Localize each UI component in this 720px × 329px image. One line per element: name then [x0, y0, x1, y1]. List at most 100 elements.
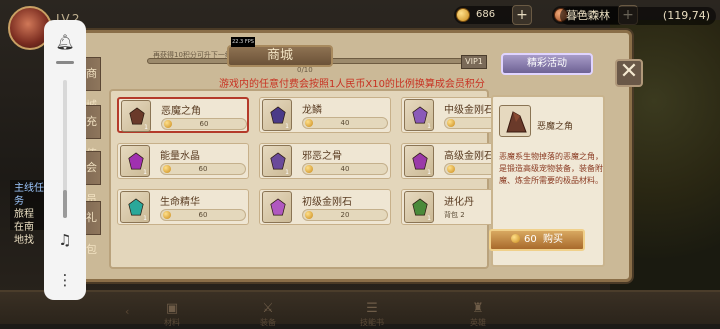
close-button[interactable]: ✕ — [615, 59, 643, 87]
item-icon — [270, 106, 286, 124]
item-name: 能量水晶 — [160, 151, 200, 162]
tab-materials[interactable]: ▣ 材料 — [147, 301, 197, 329]
gold-coin-icon — [163, 211, 171, 219]
item-icon — [412, 198, 428, 216]
location-name: 暮色森林 — [566, 9, 610, 22]
gold-coin-icon — [447, 119, 455, 127]
shop-item-card[interactable]: 1 恶魔之角 60 — [117, 97, 249, 133]
location-display: 暮色森林 (119,74) — [560, 7, 716, 25]
progress-value: 0/10 — [297, 66, 313, 74]
item-price-value: 60 — [198, 165, 208, 173]
tab-label: 英雄 — [470, 318, 486, 327]
tab-label: 装备 — [260, 318, 276, 327]
location-coordinates: (119,74) — [662, 9, 710, 22]
item-detail-icon — [499, 105, 531, 137]
item-detail-description: 恶魔系生物掉落的恶魔之角，是锻造高级宠物装备，装备附魔、炼金所需要的极品材料。 — [499, 152, 603, 185]
item-name: 邪恶之骨 — [302, 151, 342, 162]
quest-line: 地找 — [14, 235, 34, 246]
item-name: 恶魔之角 — [161, 106, 201, 117]
item-icon — [128, 152, 144, 170]
event-button[interactable]: 精彩活动 — [501, 53, 593, 75]
tab-equipment[interactable]: ⚔ 装备 — [243, 301, 293, 329]
fps-counter: 22.3 FPS — [231, 37, 255, 47]
item-price-value: 40 — [340, 119, 350, 127]
item-name: 中级金刚石 — [444, 105, 494, 116]
item-price-value: 20 — [340, 211, 350, 219]
helmet-icon: ♜ — [472, 301, 484, 316]
item-icon — [128, 198, 144, 216]
scroll-icon: ☰ — [366, 301, 378, 316]
item-icon — [270, 152, 286, 170]
music-off-icon[interactable]: ♫ — [55, 230, 75, 250]
item-count: 1 — [427, 123, 431, 130]
item-price: 60 — [160, 163, 246, 175]
chevron-left-icon[interactable]: ‹ — [125, 305, 129, 318]
sidebar-divider — [56, 61, 74, 64]
shop-title: 商城 — [227, 45, 333, 67]
category-tabs: ▣ 材料 ⚔ 装备 ☰ 技能书 ♜ 英雄 — [141, 301, 521, 329]
crossed-swords-icon: ⚔ — [262, 301, 274, 316]
payment-notice: 游戏内的任意付费会按照1人民币X10的比例换算成会员积分 — [219, 79, 485, 90]
buy-price: 60 — [523, 234, 537, 245]
item-icon-frame — [262, 191, 292, 223]
shop-item-card[interactable]: 1 能量水晶 60 — [117, 143, 249, 179]
volume-slider-fill — [63, 190, 67, 218]
item-name: 进化丹 — [444, 197, 474, 208]
shop-dialog: 22.3 FPS 商城 商城 充值 会员 礼包 再获得10积分可升下一级 0/1… — [75, 30, 643, 327]
quest-line: 旅程 — [14, 209, 34, 220]
item-icon — [412, 106, 428, 124]
shop-item-card[interactable]: 1 生命精华 60 — [117, 189, 249, 225]
item-price-value: 60 — [199, 120, 209, 128]
gold-coin-icon — [447, 165, 455, 173]
quest-header: 主线任务 — [14, 183, 44, 207]
item-count: 1 — [144, 124, 148, 131]
item-count: 1 — [427, 215, 431, 222]
item-name: 生命精华 — [160, 197, 200, 208]
item-icon-frame: 1 — [120, 145, 150, 177]
item-name: 龙鳞 — [302, 105, 322, 116]
item-count: 1 — [285, 169, 289, 176]
tab-label: 材料 — [164, 318, 180, 327]
item-price: 40 — [302, 117, 388, 129]
item-grid: 1 恶魔之角 60 1 龙鳞 40 1 中级金刚石 1 能量水晶 60 1 邪恶之骨 40 1 高级金刚石 1 生… — [109, 89, 533, 327]
volume-slider[interactable] — [63, 80, 67, 218]
item-price-value: 40 — [340, 165, 350, 173]
shop-item-card[interactable]: 1 邪恶之骨 40 — [259, 143, 391, 179]
more-icon[interactable]: ⋮ — [55, 270, 75, 290]
add-gold-button[interactable]: + — [512, 5, 532, 25]
item-icon-frame: 1 — [262, 99, 292, 131]
buy-label: 购买 — [543, 234, 564, 245]
item-icon — [129, 107, 145, 125]
item-detail-name: 恶魔之角 — [537, 122, 574, 132]
item-name: 初级金刚石 — [302, 197, 352, 208]
tab-skillbooks[interactable]: ☰ 技能书 — [347, 301, 397, 329]
gold-coin-icon — [456, 8, 470, 22]
tab-heroes[interactable]: ♜ 英雄 — [453, 301, 503, 329]
item-name: 高级金刚石 — [444, 151, 494, 162]
item-icon — [412, 152, 428, 170]
item-icon-frame: 1 — [404, 145, 434, 177]
buy-button[interactable]: 60 购买 — [489, 229, 585, 251]
item-icon-frame: 1 — [404, 191, 434, 223]
top-bar: LV.2 686 + 1969 + 暮色森林 (119,74) — [0, 0, 720, 50]
item-icon-frame: 1 — [262, 145, 292, 177]
gold-coin-icon — [305, 211, 313, 219]
item-icon-frame: 1 — [404, 99, 434, 131]
item-price: 60 — [161, 118, 247, 130]
chest-icon: ▣ — [165, 301, 179, 316]
gold-coin-icon — [305, 165, 313, 173]
gold-coin-icon — [510, 234, 520, 243]
gold-coin-icon — [305, 119, 313, 127]
shop-item-card[interactable]: 1 龙鳞 40 — [259, 97, 391, 133]
item-count: 1 — [143, 169, 147, 176]
item-price: 40 — [302, 163, 388, 175]
item-subtext: 背包 2 — [444, 211, 465, 219]
gold-coin-icon — [163, 165, 171, 173]
item-icon-frame: 1 — [121, 100, 151, 132]
vip-badge: VIP1 — [461, 55, 487, 69]
item-price-value: 60 — [198, 211, 208, 219]
item-price: 20 — [302, 209, 388, 221]
shop-item-card[interactable]: 初级金刚石 20 — [259, 189, 391, 225]
gold-amount: 686 — [476, 9, 496, 20]
bell-icon[interactable]: 🔔︎ — [55, 32, 75, 52]
